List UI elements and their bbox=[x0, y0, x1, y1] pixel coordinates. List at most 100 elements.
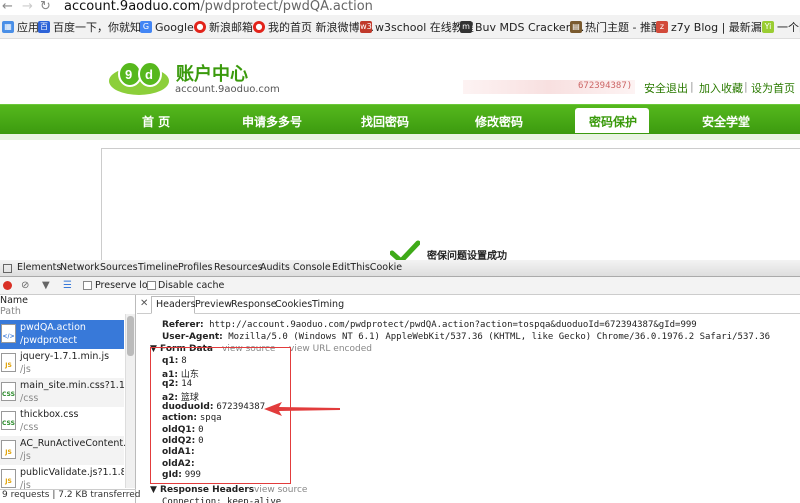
forward-arrow-icon[interactable]: → bbox=[22, 0, 33, 14]
request-path: /js bbox=[20, 451, 31, 462]
logout-link[interactable]: 安全退出 bbox=[644, 80, 688, 96]
folder-icon: ▤ bbox=[570, 21, 582, 33]
main-nav: 首 页 申请多多号 找回密码 修改密码 安全学堂 bbox=[0, 104, 800, 134]
network-toolbar: ⊘ ▼ ☰ Preserve log Disable cache bbox=[0, 277, 800, 295]
nav-security-school[interactable]: 安全学堂 bbox=[702, 113, 750, 130]
tab-sources[interactable]: Sources bbox=[100, 262, 138, 273]
tab-timeline[interactable]: Timeline bbox=[138, 262, 178, 273]
set-homepage-link[interactable]: 设为首页 bbox=[751, 80, 795, 96]
bookmark-label: z7y Blog | 最新漏... bbox=[671, 21, 773, 34]
tab-console[interactable]: Console bbox=[293, 262, 331, 273]
bookmark-z7y[interactable]: z z7y Blog | 最新漏... bbox=[656, 19, 772, 35]
bookmark-apps[interactable]: ▦ 应用 bbox=[2, 19, 39, 35]
css-file-icon: CSS bbox=[1, 411, 16, 430]
column-name[interactable]: Name bbox=[0, 295, 28, 306]
devtools-tabbar: Elements Network Sources Timeline Profil… bbox=[0, 260, 800, 277]
form-value: 8 bbox=[181, 356, 187, 366]
request-list: Name Path </> pwdQA.action /pwdprotect J… bbox=[0, 295, 141, 503]
tab-audits[interactable]: Audits bbox=[260, 262, 290, 273]
tab-cookies[interactable]: Cookies bbox=[275, 299, 312, 310]
tab-timing[interactable]: Timing bbox=[312, 299, 344, 310]
google-icon: G bbox=[140, 21, 152, 33]
md5-icon: m bbox=[460, 21, 472, 33]
clear-icon[interactable]: ⊘ bbox=[21, 280, 29, 291]
form-field-row: oldQ2: 0 bbox=[162, 436, 204, 446]
form-field-row: action: spqa bbox=[162, 413, 222, 423]
bookmark-label: Google bbox=[155, 20, 194, 34]
referer-header: Referer: http://account.9aoduo.com/pwdpr… bbox=[162, 320, 697, 330]
bookmark-google[interactable]: G Google bbox=[140, 19, 194, 35]
nav-underline bbox=[0, 134, 800, 140]
preserve-log-checkbox[interactable] bbox=[83, 281, 92, 290]
svg-text:d: d bbox=[145, 67, 153, 82]
scrollbar-thumb[interactable] bbox=[127, 316, 134, 356]
bookmark-md5[interactable]: m Buv MDS Cracker ... bbox=[460, 19, 584, 35]
back-arrow-icon[interactable]: ← bbox=[2, 0, 13, 14]
request-path: /css bbox=[20, 422, 39, 433]
tab-profiles[interactable]: Profiles bbox=[178, 262, 213, 273]
logo-badge-icon: 9 d bbox=[109, 61, 169, 95]
tab-preview[interactable]: Preview bbox=[195, 299, 232, 310]
bookmark-more[interactable]: Yi一个网 bbox=[762, 19, 800, 35]
tab-headers[interactable]: Headers bbox=[156, 299, 196, 310]
reload-icon[interactable]: ↻ bbox=[40, 0, 51, 14]
request-detail-tabs: ✕ Headers Preview Response Cookies Timin… bbox=[137, 295, 800, 314]
form-field-row: q1: 8 bbox=[162, 356, 187, 366]
url-field[interactable]: account.9aoduo.com/pwdprotect/pwdQA.acti… bbox=[64, 0, 373, 14]
close-icon[interactable]: ✕ bbox=[140, 298, 148, 309]
response-view-source-link[interactable]: view source bbox=[254, 485, 307, 495]
bookmark-label: w3school 在线教程 bbox=[375, 21, 474, 34]
bookmark-baidu[interactable]: 百百度一下，你就知道 bbox=[38, 19, 152, 35]
request-row[interactable]: JS AC_RunActiveContent.js /js bbox=[0, 436, 134, 465]
record-icon[interactable] bbox=[3, 281, 12, 290]
add-favorite-link[interactable]: 加入收藏 bbox=[699, 80, 743, 96]
filter-icon[interactable]: ▼ bbox=[42, 280, 50, 291]
request-row[interactable]: </> pwdQA.action /pwdprotect bbox=[0, 320, 124, 349]
request-row[interactable]: CSS main_site.min.css?1.1.8 /css bbox=[0, 378, 134, 407]
column-path: Path bbox=[0, 306, 21, 317]
nav-change-password[interactable]: 修改密码 bbox=[475, 113, 523, 130]
tab-response[interactable]: Response bbox=[231, 299, 277, 310]
form-key: action: bbox=[162, 413, 197, 423]
request-name: thickbox.css bbox=[20, 409, 79, 420]
nav-recover-password[interactable]: 找回密码 bbox=[361, 113, 409, 130]
nav-home[interactable]: 首 页 bbox=[142, 113, 170, 130]
list-view-icon[interactable]: ☰ bbox=[63, 280, 72, 291]
request-row[interactable]: CSS thickbox.css /css bbox=[0, 407, 124, 436]
tab-network[interactable]: Network bbox=[60, 262, 100, 273]
bookmark-label: 百度一下，你就知道 bbox=[53, 21, 152, 34]
bookmark-tuicool[interactable]: ▤ 热门主题 - 推酷 bbox=[570, 19, 662, 35]
header-value: http://account.9aoduo.com/pwdprotect/pwd… bbox=[209, 320, 697, 330]
tab-elements[interactable]: Elements bbox=[17, 262, 61, 273]
tab-editthiscookie[interactable]: EditThisCookie bbox=[332, 262, 402, 273]
response-headers-section-title[interactable]: ▼ Response Headers bbox=[150, 485, 254, 495]
bookmark-weibo[interactable]: ● 我的首页 新浪微博-... bbox=[253, 19, 374, 35]
red-arrow-icon bbox=[264, 402, 340, 416]
content-panel bbox=[101, 148, 800, 263]
bookmark-label: 一个网 bbox=[777, 21, 800, 34]
view-url-encoded-link[interactable]: view URL encoded bbox=[289, 344, 372, 354]
form-key: oldQ1: bbox=[162, 425, 196, 435]
disable-cache-checkbox[interactable] bbox=[147, 281, 156, 290]
css-file-icon: CSS bbox=[1, 382, 16, 401]
request-path: /js bbox=[20, 480, 31, 489]
bookmark-sina-mail[interactable]: ● 新浪邮箱 bbox=[194, 19, 253, 35]
header-value: Mozilla/5.0 (Windows NT 6.1) AppleWebKit… bbox=[228, 332, 771, 342]
inspect-icon[interactable] bbox=[3, 264, 12, 273]
bookmark-label: Buv MDS Cracker ... bbox=[475, 20, 585, 34]
request-row[interactable]: JS publicValidate.js?1.1.8 /js bbox=[0, 465, 124, 489]
form-field-row: q2: 14 bbox=[162, 379, 192, 389]
connection-header: Connection: keep-alive bbox=[162, 497, 282, 503]
request-name: publicValidate.js?1.1.8 bbox=[20, 467, 124, 478]
nav-register[interactable]: 申请多多号 bbox=[242, 113, 302, 130]
request-path: /pwdprotect bbox=[20, 335, 78, 346]
request-list-scrollbar[interactable] bbox=[125, 314, 135, 488]
request-name: jquery-1.7.1.min.js bbox=[20, 351, 110, 362]
js-file-icon: JS bbox=[1, 440, 16, 459]
request-row[interactable]: JS jquery-1.7.1.min.js /js bbox=[0, 349, 124, 378]
nav-password-protect[interactable]: 密码保护 bbox=[575, 108, 649, 133]
tab-resources[interactable]: Resources bbox=[214, 262, 263, 273]
form-field-row: oldA2: bbox=[162, 459, 195, 469]
request-name: AC_RunActiveContent.js bbox=[20, 438, 134, 449]
bookmark-w3school[interactable]: w3 w3school 在线教程 bbox=[360, 19, 474, 35]
